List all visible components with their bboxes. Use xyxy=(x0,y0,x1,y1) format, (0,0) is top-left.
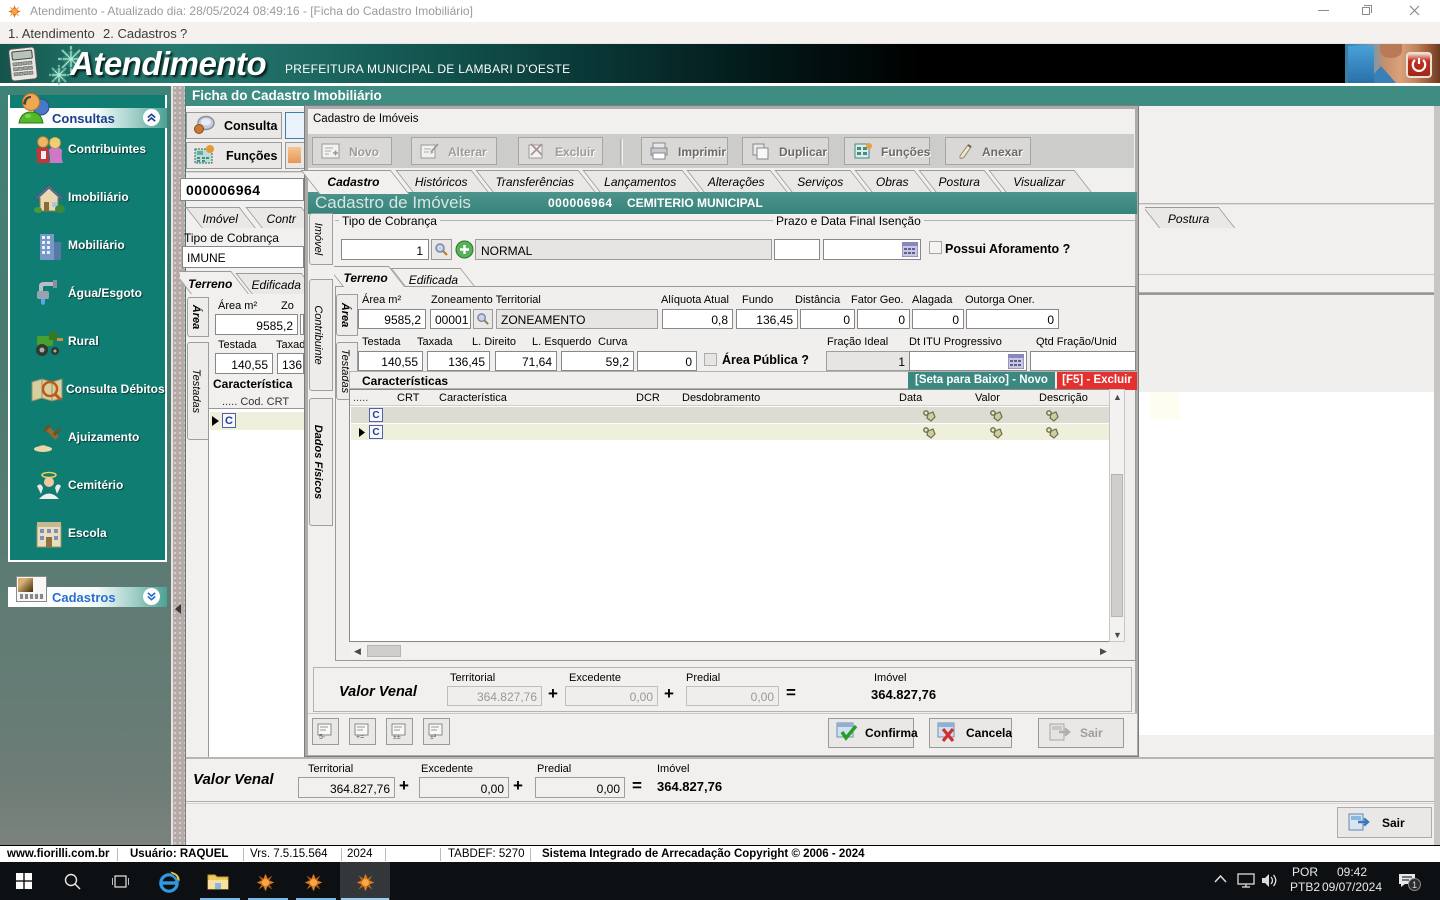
svg-text:±²: ±² xyxy=(430,734,437,740)
svg-text:+=: += xyxy=(356,734,364,740)
svg-text:±±: ±± xyxy=(393,734,401,740)
svg-text:5-: 5- xyxy=(319,734,326,740)
